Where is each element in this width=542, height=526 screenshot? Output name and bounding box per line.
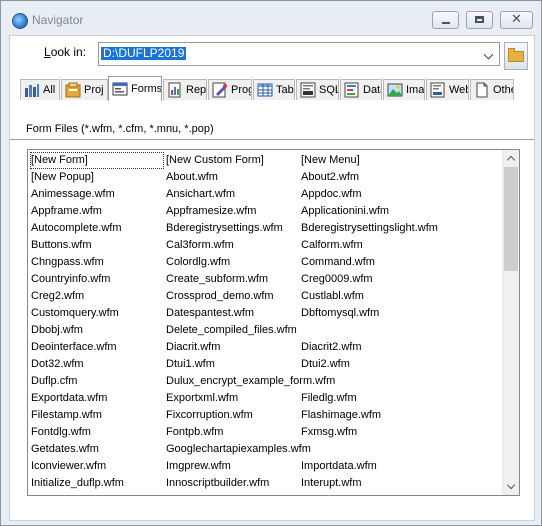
web-icon: [430, 82, 445, 98]
file-list-item[interactable]: Filedlg.wfm: [300, 390, 439, 407]
folder-icon: [508, 48, 524, 62]
file-list-item[interactable]: Exportdata.wfm: [30, 390, 164, 407]
scroll-down-arrow-icon[interactable]: [503, 478, 519, 495]
file-list-item[interactable]: Appframe.wfm: [30, 203, 164, 220]
project-icon: [65, 82, 81, 98]
close-icon: ✕: [511, 12, 522, 27]
file-column-1: [New Form] [New Popup] Animessage.wfm Appfr…: [30, 152, 164, 492]
window-title: Navigator: [32, 13, 84, 27]
file-list-item[interactable]: [New Popup]: [30, 169, 164, 186]
file-list-item[interactable]: Autocomplete.wfm: [30, 220, 164, 237]
empty-slot: [300, 322, 439, 339]
tab-reports[interactable]: Reports: [163, 79, 207, 100]
look-in-combobox[interactable]: D:\DUFLP2019: [98, 42, 500, 66]
file-list-item[interactable]: Diacrit2.wfm: [300, 339, 439, 356]
file-list-item[interactable]: Dbftomysql.wfm: [300, 305, 439, 322]
tables-icon: [257, 83, 273, 97]
file-column-3: [New Menu] About2.wfm Appdoc.wfm Applicatio…: [300, 152, 439, 492]
app-icon: [12, 13, 28, 29]
look-in-label: Look in:: [44, 45, 87, 59]
images-icon: [387, 83, 403, 97]
file-list-item[interactable]: Command.wfm: [300, 254, 439, 271]
tab-tables[interactable]: Tables: [253, 79, 295, 100]
file-list-item[interactable]: Appdoc.wfm: [300, 186, 439, 203]
file-list-item[interactable]: Dot32.wfm: [30, 356, 164, 373]
title-bar[interactable]: Navigator ✕: [1, 1, 541, 35]
empty-slot: [300, 441, 439, 458]
sql-icon: [300, 82, 316, 98]
forms-icon: [112, 82, 128, 96]
file-list-item[interactable]: [New Form]: [30, 152, 164, 169]
file-list-item[interactable]: Initialize_duflp.wfm: [30, 475, 164, 492]
tab-images[interactable]: Images: [383, 79, 425, 100]
file-list-item[interactable]: Calform.wfm: [300, 237, 439, 254]
file-list-item[interactable]: Fontdlg.wfm: [30, 424, 164, 441]
file-list[interactable]: [New Form] [New Popup] Animessage.wfm Appfr…: [27, 149, 520, 496]
navigator-window: Navigator ✕ Look in: D:\DUFLP2019 All Pr…: [0, 0, 542, 526]
file-list-item[interactable]: Flashimage.wfm: [300, 407, 439, 424]
maximize-button[interactable]: [466, 11, 493, 29]
file-list-item[interactable]: Customquery.wfm: [30, 305, 164, 322]
file-list-item[interactable]: Filestamp.wfm: [30, 407, 164, 424]
minimize-button[interactable]: [432, 11, 459, 29]
programs-icon: [212, 82, 227, 98]
minimize-icon: [433, 12, 458, 28]
file-type-filter-label: Form Files (*.wfm, *.cfm, *.mnu, *.pop): [26, 123, 214, 135]
close-button[interactable]: ✕: [500, 11, 533, 29]
file-list-item[interactable]: Dtui2.wfm: [300, 356, 439, 373]
file-list-item[interactable]: Getdates.wfm: [30, 441, 164, 458]
file-list-item[interactable]: Interupt.wfm: [300, 475, 439, 492]
file-list-item[interactable]: Fxmsg.wfm: [300, 424, 439, 441]
tab-web[interactable]: Web: [426, 79, 469, 100]
tab-sql[interactable]: SQL: [296, 79, 339, 100]
scroll-thumb[interactable]: [504, 167, 518, 271]
maximize-icon: [467, 12, 492, 28]
navigator-client: Look in: D:\DUFLP2019 All Proj Forms Rep…: [9, 35, 535, 521]
file-list-item[interactable]: Buttons.wfm: [30, 237, 164, 254]
file-list-item[interactable]: Custlabl.wfm: [300, 288, 439, 305]
datamodules-icon: [344, 82, 359, 98]
tab-all[interactable]: All: [20, 79, 60, 100]
chevron-down-icon[interactable]: [479, 43, 499, 65]
tab-strip-border: [10, 139, 534, 140]
tab-forms[interactable]: Forms: [108, 76, 162, 101]
file-list-item[interactable]: [New Menu]: [300, 152, 439, 169]
tab-datamodules[interactable]: Datamodules: [340, 79, 382, 100]
file-list-item[interactable]: Bderegistrysettingslight.wfm: [300, 220, 439, 237]
browse-folder-button[interactable]: [504, 42, 528, 70]
file-list-item[interactable]: Creg2.wfm: [30, 288, 164, 305]
scroll-up-arrow-icon[interactable]: [503, 150, 519, 167]
look-in-value[interactable]: D:\DUFLP2019: [101, 47, 187, 60]
file-list-item[interactable]: Deointerface.wfm: [30, 339, 164, 356]
tab-project[interactable]: Proj: [61, 79, 108, 100]
other-icon: [476, 82, 488, 98]
file-list-item[interactable]: Animessage.wfm: [30, 186, 164, 203]
tab-other[interactable]: Other: [470, 79, 514, 100]
all-icon: [25, 84, 39, 97]
vertical-scrollbar[interactable]: [502, 150, 519, 495]
navigator-tabs: All Proj Forms Reports: [10, 76, 534, 140]
file-list-item[interactable]: Iconviewer.wfm: [30, 458, 164, 475]
file-list-item[interactable]: Importdata.wfm: [300, 458, 439, 475]
file-list-item[interactable]: Chngpass.wfm: [30, 254, 164, 271]
tab-programs[interactable]: Programs: [208, 79, 252, 100]
file-list-item[interactable]: Dbobj.wfm: [30, 322, 164, 339]
file-list-item[interactable]: Creg0009.wfm: [300, 271, 439, 288]
file-list-item[interactable]: Countryinfo.wfm: [30, 271, 164, 288]
file-list-item[interactable]: About2.wfm: [300, 169, 439, 186]
file-list-item[interactable]: Duflp.cfm: [30, 373, 164, 390]
reports-icon: [168, 82, 181, 98]
file-list-item[interactable]: Applicationini.wfm: [300, 203, 439, 220]
empty-slot: [300, 373, 439, 390]
